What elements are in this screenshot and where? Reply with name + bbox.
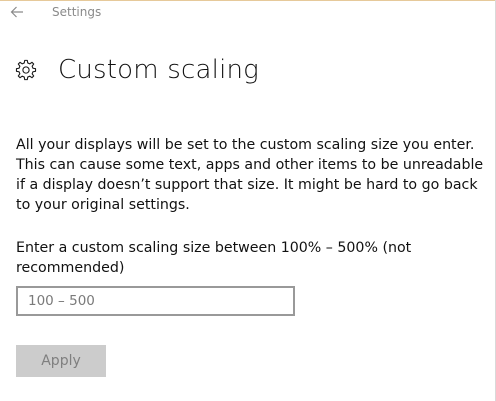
page-header: Custom scaling (14, 52, 259, 88)
window-title: Settings (52, 5, 102, 19)
page-title: Custom scaling (58, 55, 259, 85)
apply-button[interactable]: Apply (16, 345, 106, 377)
scaling-prompt-label: Enter a custom scaling size between 100%… (16, 240, 412, 276)
back-button[interactable] (6, 2, 28, 22)
description-text: All your displays will be set to the cus… (16, 137, 484, 213)
title-bar: Settings (0, 0, 496, 26)
gear-icon (14, 58, 38, 82)
custom-scaling-input[interactable] (16, 286, 295, 316)
back-arrow-icon (10, 6, 23, 18)
